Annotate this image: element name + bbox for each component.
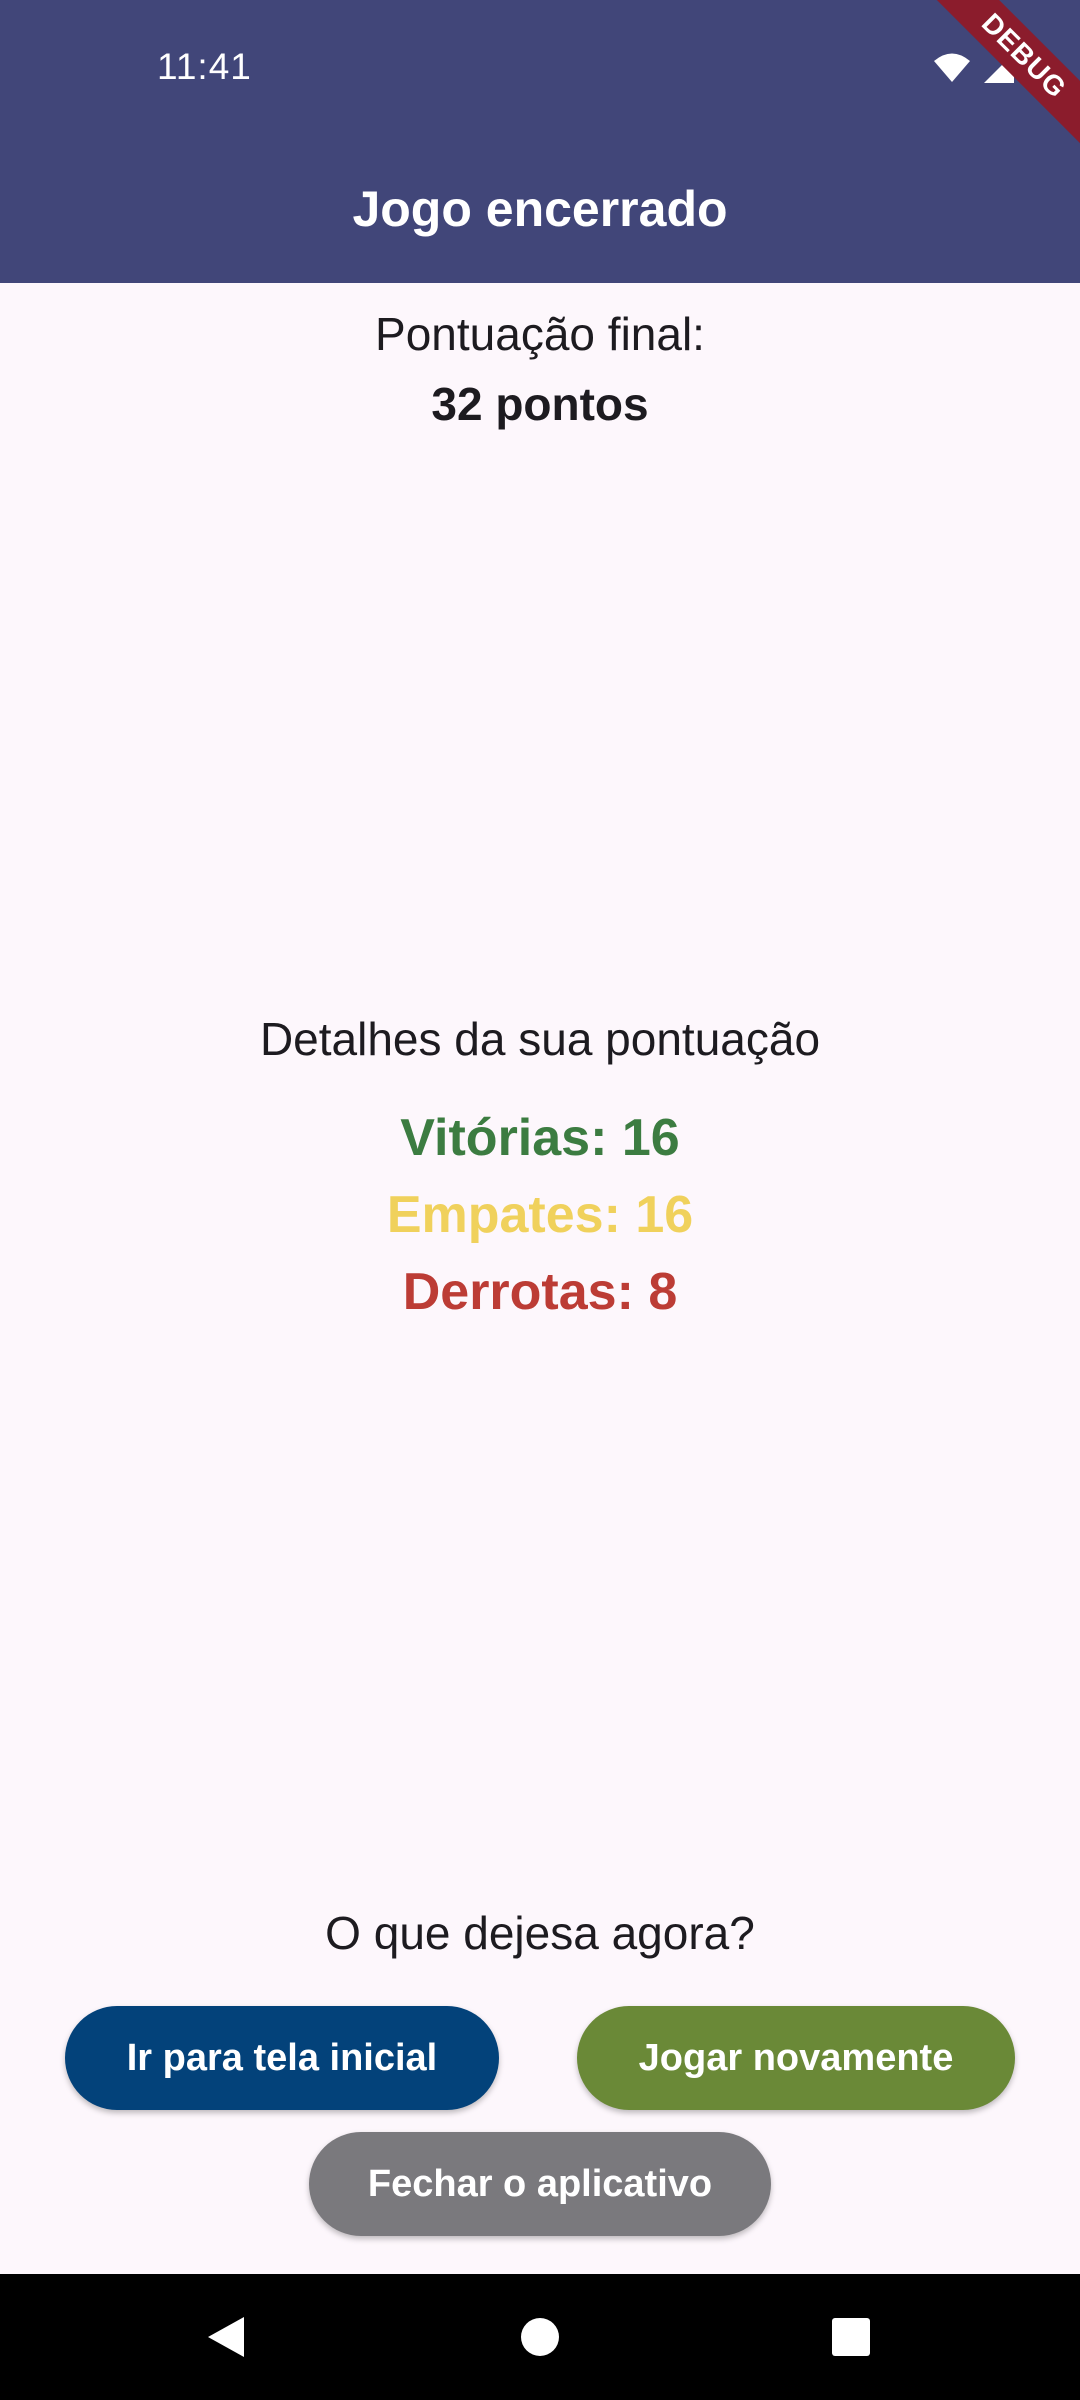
recents-icon	[832, 2318, 870, 2356]
nav-home-button[interactable]	[477, 2274, 603, 2400]
final-score-value: 32 pontos	[431, 378, 649, 430]
play-again-button[interactable]: Jogar novamente	[577, 2006, 1015, 2110]
final-score-label: Pontuação final:	[375, 308, 705, 360]
game-over-screen: 11:41 Jogo encerrado DEBUG Pontuação fin…	[0, 0, 1080, 2400]
wins-count: Vitórias: 16	[400, 1109, 680, 1167]
status-time: 11:41	[157, 46, 252, 87]
debug-banner-label: DEBUG	[930, 0, 1080, 150]
debug-banner: DEBUG	[930, 0, 1080, 150]
losses-count: Derrotas: 8	[402, 1263, 678, 1321]
page-title: Jogo encerrado	[352, 181, 728, 237]
next-action-prompt: O que dejesa agora?	[325, 1907, 755, 1959]
go-home-button[interactable]: Ir para tela inicial	[65, 2006, 499, 2110]
back-icon	[208, 2317, 244, 2357]
draws-count: Empates: 16	[386, 1186, 694, 1244]
nav-back-button[interactable]	[163, 2274, 289, 2400]
nav-recents-button[interactable]	[788, 2274, 914, 2400]
home-icon	[521, 2318, 559, 2356]
close-app-button[interactable]: Fechar o aplicativo	[309, 2132, 771, 2236]
score-details-title: Detalhes da sua pontuação	[259, 1013, 821, 1065]
app-bar: 11:41 Jogo encerrado DEBUG	[0, 0, 1080, 283]
system-nav-bar	[0, 2274, 1080, 2400]
